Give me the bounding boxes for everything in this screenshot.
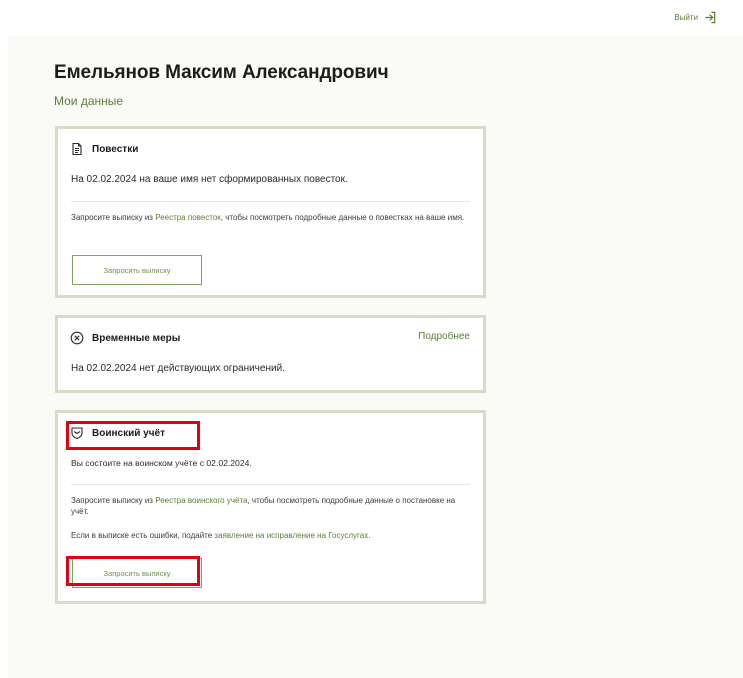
logout-button[interactable]: Выйти bbox=[674, 11, 717, 24]
military-card: Воинский учёт Вы состоите на воинском уч… bbox=[55, 410, 486, 604]
summons-registry-link[interactable]: Реестра повесток bbox=[155, 213, 221, 222]
logout-label: Выйти bbox=[674, 13, 698, 22]
military-registry-link[interactable]: Реестра воинского учёта bbox=[155, 496, 247, 505]
circle-x-icon bbox=[70, 331, 84, 345]
military-request-button[interactable]: Запросить выписку bbox=[72, 558, 202, 588]
military-card-header: Воинский учёт bbox=[70, 426, 165, 440]
military-errors-suffix: . bbox=[368, 531, 371, 540]
shield-icon bbox=[71, 427, 83, 440]
restrictions-card-title: Временные меры bbox=[92, 332, 181, 344]
summons-card: Повестки На 02.02.2024 на ваше имя нет с… bbox=[55, 126, 486, 298]
military-card-title: Воинский учёт bbox=[92, 427, 165, 439]
my-data-link[interactable]: Мои данные bbox=[54, 94, 123, 108]
military-request-text: Запросите выписку из Реестра воинского у… bbox=[71, 495, 471, 517]
user-full-name: Емельянов Максим Александрович bbox=[54, 62, 389, 83]
summons-status-text: На 02.02.2024 на ваше имя нет сформирова… bbox=[71, 174, 348, 185]
summons-request-suffix: , чтобы посмотреть подробные данные о по… bbox=[220, 213, 465, 222]
gosuslugi-correction-link[interactable]: заявление на исправление на Госуслугах bbox=[214, 531, 368, 540]
logout-icon bbox=[705, 11, 716, 24]
summons-request-button[interactable]: Запросить выписку bbox=[72, 255, 202, 285]
summons-request-text: Запросите выписку из Реестра повесток, ч… bbox=[71, 212, 471, 223]
military-errors-text: Если в выписке есть ошибки, подайте заяв… bbox=[71, 530, 471, 541]
military-request-prefix: Запросите выписку из bbox=[71, 496, 156, 505]
summons-divider bbox=[71, 201, 470, 202]
military-divider bbox=[71, 484, 470, 485]
main-content: Емельянов Максим Александрович Мои данны… bbox=[8, 36, 743, 678]
summons-request-prefix: Запросите выписку из bbox=[71, 213, 156, 222]
restrictions-more-link[interactable]: Подробнее bbox=[418, 331, 470, 342]
summons-card-title: Повестки bbox=[92, 143, 139, 155]
top-bar: Выйти bbox=[0, 0, 743, 36]
restrictions-card-header: Временные меры bbox=[70, 331, 180, 345]
document-icon bbox=[72, 142, 82, 156]
restrictions-card: Временные меры Подробнее На 02.02.2024 н… bbox=[55, 315, 486, 393]
summons-card-header: Повестки bbox=[70, 142, 138, 156]
restrictions-status-text: На 02.02.2024 нет действующих ограничени… bbox=[71, 363, 285, 374]
military-errors-prefix: Если в выписке есть ошибки, подайте bbox=[71, 531, 215, 540]
military-status-text: Вы состоите на воинском учёте с 02.02.20… bbox=[71, 458, 252, 468]
